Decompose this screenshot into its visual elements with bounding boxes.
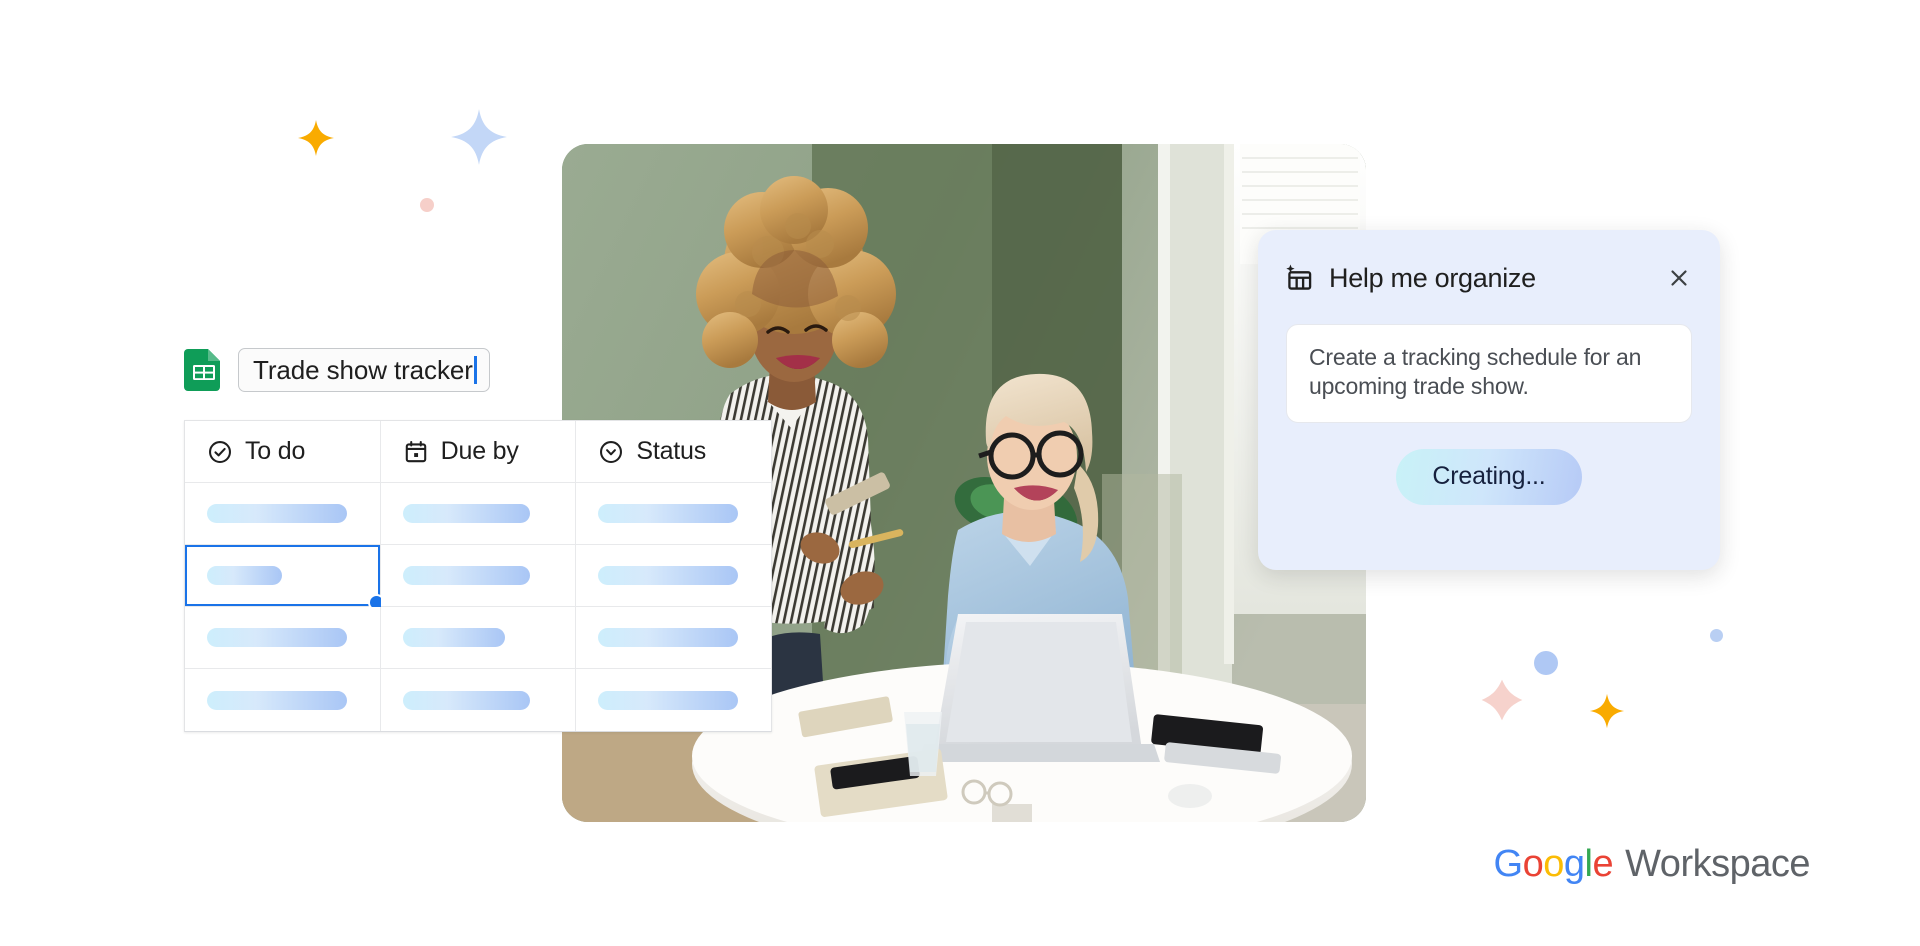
placeholder-bar (402, 690, 530, 710)
column-header-to-do[interactable]: To do (185, 421, 381, 483)
logo-letter: o (1543, 843, 1564, 885)
logo-letter: G (1493, 843, 1524, 885)
table-cell[interactable] (380, 669, 577, 731)
table-cell[interactable] (185, 483, 381, 545)
close-icon[interactable] (1662, 261, 1696, 295)
table-row[interactable] (185, 607, 772, 669)
table-sparkle-icon (1284, 263, 1315, 294)
help-card-actions: Creating... (1258, 448, 1720, 505)
placeholder-bar (207, 566, 282, 585)
placeholder-bar (207, 628, 347, 647)
logo-letter: e (1592, 843, 1614, 885)
diamond-pink-right-icon (1478, 676, 1526, 729)
google-wordmark: Google (1494, 843, 1614, 886)
text-caret (473, 356, 477, 384)
check-circle-icon (207, 439, 233, 465)
table-cell[interactable] (185, 607, 381, 669)
logo-letter: o (1522, 843, 1544, 885)
sparkle-blue-left-icon (448, 106, 510, 168)
placeholder-bar (207, 504, 347, 523)
placeholder-bar (598, 566, 739, 585)
help-me-organize-card: Help me organize Create a tracking sched… (1258, 230, 1720, 570)
table-row[interactable] (185, 669, 772, 731)
table-cell[interactable] (576, 545, 772, 607)
placeholder-bar (598, 690, 739, 710)
column-header-label: Due by (440, 437, 519, 465)
workspace-wordmark: Workspace (1625, 843, 1810, 885)
placeholder-bar (598, 504, 739, 523)
sparkle-yellow-right-icon (1588, 692, 1626, 730)
table-cell[interactable] (576, 483, 772, 545)
google-sheets-icon (184, 349, 224, 391)
prompt-text: Create a tracking schedule for an upcomi… (1309, 344, 1642, 400)
google-workspace-logo: Google Workspace (1494, 843, 1811, 886)
sheet-title-input[interactable]: Trade show tracker (238, 348, 490, 392)
column-header-label: To do (245, 437, 306, 465)
table-row[interactable] (185, 483, 772, 545)
sparkle-yellow-left-icon (296, 118, 336, 158)
logo-letter: g (1563, 843, 1585, 885)
column-header-label: Status (636, 437, 707, 465)
table-header-row: To do Due by Status (185, 421, 772, 483)
table-row[interactable] (185, 545, 772, 611)
table-cell[interactable] (380, 545, 577, 607)
placeholder-bar (402, 504, 530, 523)
table-cell[interactable] (576, 669, 772, 731)
table-cell[interactable] (380, 483, 577, 545)
dot-blue-far-right-icon (1710, 629, 1723, 642)
table-cell[interactable] (380, 607, 577, 669)
calendar-icon (403, 439, 429, 465)
dot-pink-left-icon (420, 198, 434, 212)
help-card-header: Help me organize (1258, 230, 1720, 298)
placeholder-bar (207, 690, 347, 710)
placeholder-bar (402, 628, 505, 647)
table-cell-selected[interactable] (185, 545, 385, 611)
sheet-table[interactable]: To do Due by Status (184, 420, 772, 732)
help-card-title: Help me organize (1329, 262, 1536, 293)
column-header-status[interactable]: Status (576, 421, 772, 483)
placeholder-bar (402, 566, 530, 585)
column-header-due-by[interactable]: Due by (380, 421, 577, 483)
sheet-title-text: Trade show tracker (253, 354, 473, 385)
create-button[interactable]: Creating... (1396, 448, 1582, 505)
canvas: Trade show tracker To do Due by Status H… (0, 0, 1920, 946)
table-cell[interactable] (576, 607, 772, 669)
dot-blue-right-icon (1534, 651, 1558, 675)
sheets-mock: Trade show tracker (184, 344, 490, 396)
dropdown-circle-icon (598, 439, 624, 465)
table-cell[interactable] (185, 669, 381, 731)
prompt-input[interactable]: Create a tracking schedule for an upcomi… (1286, 324, 1692, 423)
sheet-title-row: Trade show tracker (184, 344, 490, 396)
placeholder-bar (598, 628, 739, 647)
